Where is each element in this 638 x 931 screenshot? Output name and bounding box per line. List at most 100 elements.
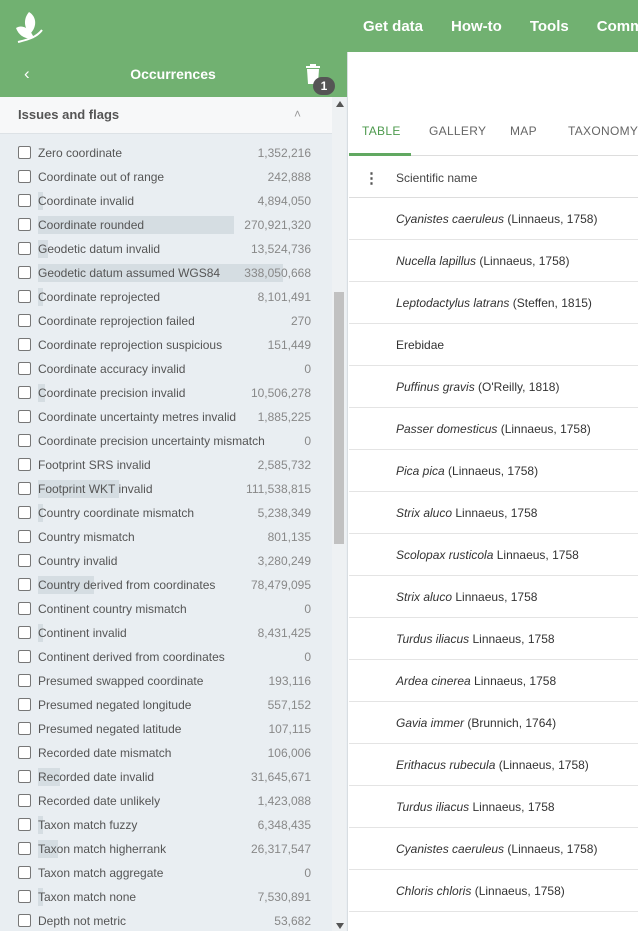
scientific-name-cell[interactable]: Scolopax rusticola Linnaeus, 1758 [396, 548, 579, 562]
flag-row[interactable]: Continent country mismatch 0 [0, 597, 332, 621]
flag-row[interactable]: Country coordinate mismatch 5,238,349 [0, 501, 332, 525]
flag-row[interactable]: Country invalid 3,280,249 [0, 549, 332, 573]
flag-checkbox[interactable] [18, 650, 31, 663]
column-menu-icon[interactable]: ⋮ [364, 169, 379, 187]
table-row[interactable]: Nucella lapillus (Linnaeus, 1758) [349, 240, 638, 282]
flag-row[interactable]: Coordinate reprojection suspicious 151,44… [0, 333, 332, 357]
flag-checkbox[interactable] [18, 578, 31, 591]
flag-row[interactable]: Coordinate invalid 4,894,050 [0, 189, 332, 213]
nav-tools[interactable]: Tools [530, 18, 569, 35]
scientific-name-cell[interactable]: Turdus iliacus Linnaeus, 1758 [396, 632, 555, 646]
flag-checkbox[interactable] [18, 314, 31, 327]
flag-row[interactable]: Recorded date mismatch 106,006 [0, 741, 332, 765]
flag-row[interactable]: Taxon match higherrank 26,317,547 [0, 837, 332, 861]
flag-row[interactable]: Geodetic datum invalid 13,524,736 [0, 237, 332, 261]
tab-taxonomy[interactable]: TAXONOMY [568, 124, 638, 138]
flag-checkbox[interactable] [18, 554, 31, 567]
flag-row[interactable]: Footprint WKT invalid 111,538,815 [0, 477, 332, 501]
table-row[interactable]: Passer domesticus (Linnaeus, 1758) [349, 408, 638, 450]
flag-checkbox[interactable] [18, 290, 31, 303]
flag-row[interactable]: Taxon match aggregate 0 [0, 861, 332, 885]
scientific-name-cell[interactable]: Puffinus gravis (O'Reilly, 1818) [396, 380, 559, 394]
flag-row[interactable]: Zero coordinate 1,352,216 [0, 141, 332, 165]
table-row[interactable]: Strix aluco Linnaeus, 1758 [349, 576, 638, 618]
scroll-down-arrow-icon[interactable] [336, 923, 344, 929]
scientific-name-cell[interactable]: Cyanistes caeruleus (Linnaeus, 1758) [396, 212, 597, 226]
flag-row[interactable]: Depth not metric 53,682 [0, 909, 332, 931]
flag-checkbox[interactable] [18, 338, 31, 351]
flag-checkbox[interactable] [18, 914, 31, 927]
flag-checkbox[interactable] [18, 746, 31, 759]
flag-checkbox[interactable] [18, 530, 31, 543]
flag-checkbox[interactable] [18, 794, 31, 807]
table-row[interactable]: Turdus iliacus Linnaeus, 1758 [349, 618, 638, 660]
table-row[interactable]: Leptodactylus latrans (Steffen, 1815) [349, 282, 638, 324]
scientific-name-cell[interactable]: Strix aluco Linnaeus, 1758 [396, 506, 537, 520]
flag-row[interactable]: Footprint SRS invalid 2,585,732 [0, 453, 332, 477]
flag-checkbox[interactable] [18, 146, 31, 159]
flag-checkbox[interactable] [18, 890, 31, 903]
flag-checkbox[interactable] [18, 506, 31, 519]
flag-row[interactable]: Coordinate reprojection failed 270 [0, 309, 332, 333]
scientific-name-cell[interactable]: Turdus iliacus Linnaeus, 1758 [396, 800, 555, 814]
flag-checkbox[interactable] [18, 434, 31, 447]
flag-row[interactable]: Continent derived from coordinates 0 [0, 645, 332, 669]
scientific-name-cell[interactable]: Chloris chloris (Linnaeus, 1758) [396, 884, 565, 898]
flag-checkbox[interactable] [18, 602, 31, 615]
table-row[interactable]: Strix aluco Linnaeus, 1758 [349, 492, 638, 534]
flag-checkbox[interactable] [18, 674, 31, 687]
tab-table[interactable]: TABLE [362, 124, 401, 138]
scientific-name-cell[interactable]: Cyanistes caeruleus (Linnaeus, 1758) [396, 842, 597, 856]
table-row[interactable]: Turdus iliacus Linnaeus, 1758 [349, 786, 638, 828]
nav-how-to[interactable]: How-to [451, 18, 502, 35]
flag-checkbox[interactable] [18, 218, 31, 231]
flag-checkbox[interactable] [18, 866, 31, 879]
tab-map[interactable]: MAP [510, 124, 537, 138]
flag-checkbox[interactable] [18, 722, 31, 735]
scroll-thumb[interactable] [334, 292, 344, 544]
scientific-name-cell[interactable]: Strix aluco Linnaeus, 1758 [396, 590, 537, 604]
flag-row[interactable]: Coordinate accuracy invalid 0 [0, 357, 332, 381]
flag-checkbox[interactable] [18, 194, 31, 207]
flag-row[interactable]: Continent invalid 8,431,425 [0, 621, 332, 645]
flag-checkbox[interactable] [18, 458, 31, 471]
table-row[interactable]: Puffinus gravis (O'Reilly, 1818) [349, 366, 638, 408]
nav-community[interactable]: Community [597, 18, 638, 35]
flag-checkbox[interactable] [18, 410, 31, 423]
table-row[interactable]: Ardea cinerea Linnaeus, 1758 [349, 660, 638, 702]
scientific-name-cell[interactable]: Pica pica (Linnaeus, 1758) [396, 464, 538, 478]
flag-checkbox[interactable] [18, 698, 31, 711]
scientific-name-cell[interactable]: Ardea cinerea Linnaeus, 1758 [396, 674, 556, 688]
scientific-name-cell[interactable]: Erithacus rubecula (Linnaeus, 1758) [396, 758, 589, 772]
flag-checkbox[interactable] [18, 842, 31, 855]
flag-row[interactable]: Coordinate rounded 270,921,320 [0, 213, 332, 237]
chevron-up-icon[interactable]: ˄ [294, 107, 301, 121]
tab-gallery[interactable]: GALLERY [429, 124, 486, 138]
table-row[interactable]: Pica pica (Linnaeus, 1758) [349, 450, 638, 492]
table-row[interactable]: Chloris chloris (Linnaeus, 1758) [349, 870, 638, 912]
flag-checkbox[interactable] [18, 170, 31, 183]
scientific-name-cell[interactable]: Nucella lapillus (Linnaeus, 1758) [396, 254, 569, 268]
flag-row[interactable]: Coordinate uncertainty metres invalid 1,8… [0, 405, 332, 429]
flag-row[interactable]: Coordinate out of range 242,888 [0, 165, 332, 189]
flag-checkbox[interactable] [18, 818, 31, 831]
gbif-logo-icon[interactable] [12, 8, 46, 44]
flag-checkbox[interactable] [18, 362, 31, 375]
table-row[interactable]: Cyanistes caeruleus (Linnaeus, 1758) [349, 198, 638, 240]
table-row[interactable]: Scolopax rusticola Linnaeus, 1758 [349, 534, 638, 576]
scientific-name-cell[interactable]: Leptodactylus latrans (Steffen, 1815) [396, 296, 592, 310]
flag-row[interactable]: Geodetic datum assumed WGS84 338,050,668 [0, 261, 332, 285]
flag-row[interactable]: Presumed swapped coordinate 193,116 [0, 669, 332, 693]
scroll-up-arrow-icon[interactable] [336, 101, 344, 107]
flag-row[interactable]: Coordinate reprojected 8,101,491 [0, 285, 332, 309]
flag-row[interactable]: Recorded date invalid 31,645,671 [0, 765, 332, 789]
flag-checkbox[interactable] [18, 386, 31, 399]
flag-checkbox[interactable] [18, 770, 31, 783]
table-row[interactable]: Erebidae [349, 324, 638, 366]
flag-row[interactable]: Taxon match none 7,530,891 [0, 885, 332, 909]
flag-checkbox[interactable] [18, 482, 31, 495]
scientific-name-cell[interactable]: Erebidae [396, 338, 444, 352]
table-row[interactable]: Erithacus rubecula (Linnaeus, 1758) [349, 744, 638, 786]
flag-row[interactable]: Presumed negated latitude 107,115 [0, 717, 332, 741]
flag-row[interactable]: Country mismatch 801,135 [0, 525, 332, 549]
